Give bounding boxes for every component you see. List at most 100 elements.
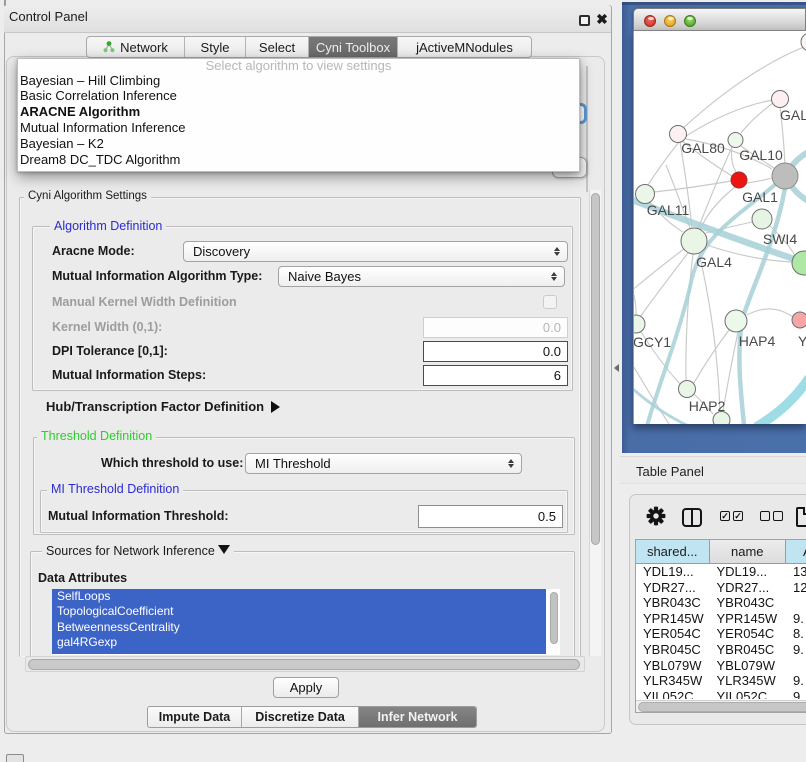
table-row[interactable]: YIL052CYIL052C9. — [636, 689, 806, 699]
tab-jactivemnodules[interactable]: jActiveMNodules — [398, 37, 531, 57]
table-cell: YER054C — [636, 626, 710, 642]
attribute-item[interactable]: TopologicalCoefficient — [52, 604, 546, 619]
table-panel-titlebar[interactable]: Table Panel — [620, 456, 806, 484]
algorithm-option[interactable]: Basic Correlation Inference — [18, 88, 579, 104]
float-panel-icon[interactable] — [579, 15, 590, 26]
network-edge[interactable] — [732, 146, 737, 172]
node-label-gal11: GAL11 — [647, 202, 690, 218]
split-pane-collapse-icon[interactable] — [614, 364, 619, 372]
node-salmon[interactable] — [792, 312, 806, 328]
gear-icon[interactable] — [645, 505, 667, 532]
close-window-icon[interactable] — [644, 15, 656, 27]
node-label-gal: GAL — [780, 107, 806, 123]
node-gray[interactable] — [772, 163, 798, 189]
settings-vertical-scrollbar-thumb[interactable] — [591, 193, 600, 545]
algorithm-option[interactable]: Mutual Information Inference — [18, 120, 579, 136]
algorithm-option[interactable]: ARACNE Algorithm — [18, 104, 579, 120]
table-row[interactable]: YPR145WYPR145W9. — [636, 611, 806, 627]
deselect-all-icon[interactable] — [760, 511, 770, 521]
network-view-canvas[interactable]: GALGAL80GAL10GAL1GAL11SWI4GAL4GCY1HAP4YH… — [633, 31, 806, 424]
column-header-shared-[interactable]: shared... — [636, 540, 710, 564]
network-edge[interactable] — [634, 268, 636, 315]
network-edge[interactable] — [747, 178, 772, 183]
network-edge-highlighted[interactable] — [756, 378, 806, 424]
table-toolbar: ✓ ✓ — [630, 495, 806, 539]
table-horizontal-scrollbar-thumb[interactable] — [638, 702, 806, 712]
table-row[interactable]: YBR043CYBR043C — [636, 595, 806, 611]
mi-steps-field[interactable]: 6 — [423, 365, 568, 386]
node-gal1[interactable] — [731, 172, 747, 188]
node-gal10[interactable] — [728, 133, 743, 148]
attribute-item[interactable]: gal4RGexp — [52, 635, 546, 650]
bottom-corner-icon[interactable] — [6, 754, 24, 762]
table-row[interactable]: YDL19...YDL19...13 — [636, 564, 806, 580]
algorithm-option[interactable]: Dream8 DC_TDC Algorithm — [18, 152, 579, 168]
network-window-titlebar[interactable] — [633, 8, 806, 31]
column-header-name[interactable]: name — [710, 540, 787, 564]
table-cell: YBR043C — [636, 595, 710, 611]
tab-cyni-toolbox[interactable]: Cyni Toolbox — [309, 37, 398, 57]
attribute-item[interactable]: SelfLoops — [52, 589, 546, 604]
network-edge[interactable] — [747, 309, 793, 317]
column-header-a[interactable]: A — [786, 540, 806, 564]
which-threshold-combo[interactable]: MI Threshold — [245, 453, 522, 474]
deselect-all-icon[interactable] — [773, 511, 783, 521]
tab-select[interactable]: Select — [246, 37, 309, 57]
dpi-tolerance-field[interactable]: 0.0 — [423, 341, 568, 362]
select-all-icon[interactable]: ✓ — [720, 511, 730, 521]
node-gcy1[interactable] — [634, 315, 645, 333]
node-swi4[interactable] — [752, 209, 772, 229]
hub-section-toggle[interactable]: Hub/Transcription Factor Definition — [46, 399, 280, 414]
control-panel-titlebar[interactable]: Control Panel ✖ — [4, 5, 611, 33]
combo-arrows-icon — [552, 242, 562, 261]
mi-type-combo[interactable]: Naive Bayes — [278, 266, 565, 287]
table-row[interactable]: YER054CYER054C8. — [636, 626, 806, 642]
node-gal4[interactable] — [681, 228, 707, 254]
node-hap2[interactable] — [679, 381, 696, 398]
tab-network[interactable]: Network — [87, 37, 185, 57]
kernel-width-field[interactable]: 0.0 — [423, 317, 568, 338]
settings-vertical-scrollbar[interactable] — [589, 190, 601, 656]
mi-threshold-field[interactable]: 0.5 — [418, 505, 563, 528]
aracne-mode-value: Discovery — [193, 244, 250, 259]
settings-horizontal-scrollbar-thumb[interactable] — [28, 659, 580, 670]
network-edge[interactable] — [648, 142, 679, 185]
close-panel-icon[interactable]: ✖ — [595, 10, 609, 28]
apply-button[interactable]: Apply — [273, 677, 339, 698]
algorithm-option[interactable]: Bayesian – K2 — [18, 136, 579, 152]
tab-label: Style — [201, 40, 230, 55]
manual-kernel-checkbox[interactable] — [543, 295, 557, 309]
attribute-item[interactable]: BetweennessCentrality — [52, 620, 546, 635]
network-edge[interactable] — [699, 253, 720, 411]
network-edge[interactable] — [698, 147, 732, 229]
tab-discretize-data[interactable]: Discretize Data — [242, 707, 359, 727]
table-row[interactable]: YBL079WYBL079W — [636, 658, 806, 674]
network-edge[interactable] — [654, 181, 731, 192]
minimize-window-icon[interactable] — [664, 15, 676, 27]
document-icon[interactable] — [796, 507, 806, 527]
data-attributes-selection: SelfLoopsTopologicalCoefficientBetweenne… — [52, 589, 546, 654]
zoom-window-icon[interactable] — [684, 15, 696, 27]
network-edge[interactable] — [640, 253, 688, 317]
tab-infer-network[interactable]: Infer Network — [359, 707, 476, 727]
table-header-row: shared...nameA — [636, 540, 806, 564]
node-hap4[interactable] — [725, 310, 747, 332]
network-edge[interactable] — [683, 100, 773, 138]
settings-horizontal-scrollbar[interactable] — [25, 656, 585, 672]
node-gal-cut[interactable] — [772, 91, 789, 108]
algorithm-option[interactable]: Bayesian – Hill Climbing — [18, 73, 579, 89]
aracne-mode-combo[interactable]: Discovery — [183, 241, 568, 262]
data-attributes-list[interactable]: SelfLoopsTopologicalCoefficientBetweenne… — [52, 589, 560, 655]
tab-impute-data[interactable]: Impute Data — [148, 707, 242, 727]
sources-group-title[interactable]: Sources for Network Inference — [42, 545, 234, 558]
list-scrollbar-thumb[interactable] — [550, 592, 558, 644]
table-row[interactable]: YDR27...YDR27...12 — [636, 580, 806, 596]
tab-style[interactable]: Style — [185, 37, 246, 57]
table-row[interactable]: YBR045CYBR045C9. — [636, 642, 806, 658]
table-row[interactable]: YLR345WYLR345W9. — [636, 673, 806, 689]
select-all-icon[interactable]: ✓ — [733, 511, 743, 521]
split-columns-icon[interactable] — [682, 508, 702, 527]
network-edge[interactable] — [694, 330, 729, 383]
node-gal11[interactable] — [636, 185, 655, 204]
table-horizontal-scrollbar[interactable] — [636, 700, 806, 713]
